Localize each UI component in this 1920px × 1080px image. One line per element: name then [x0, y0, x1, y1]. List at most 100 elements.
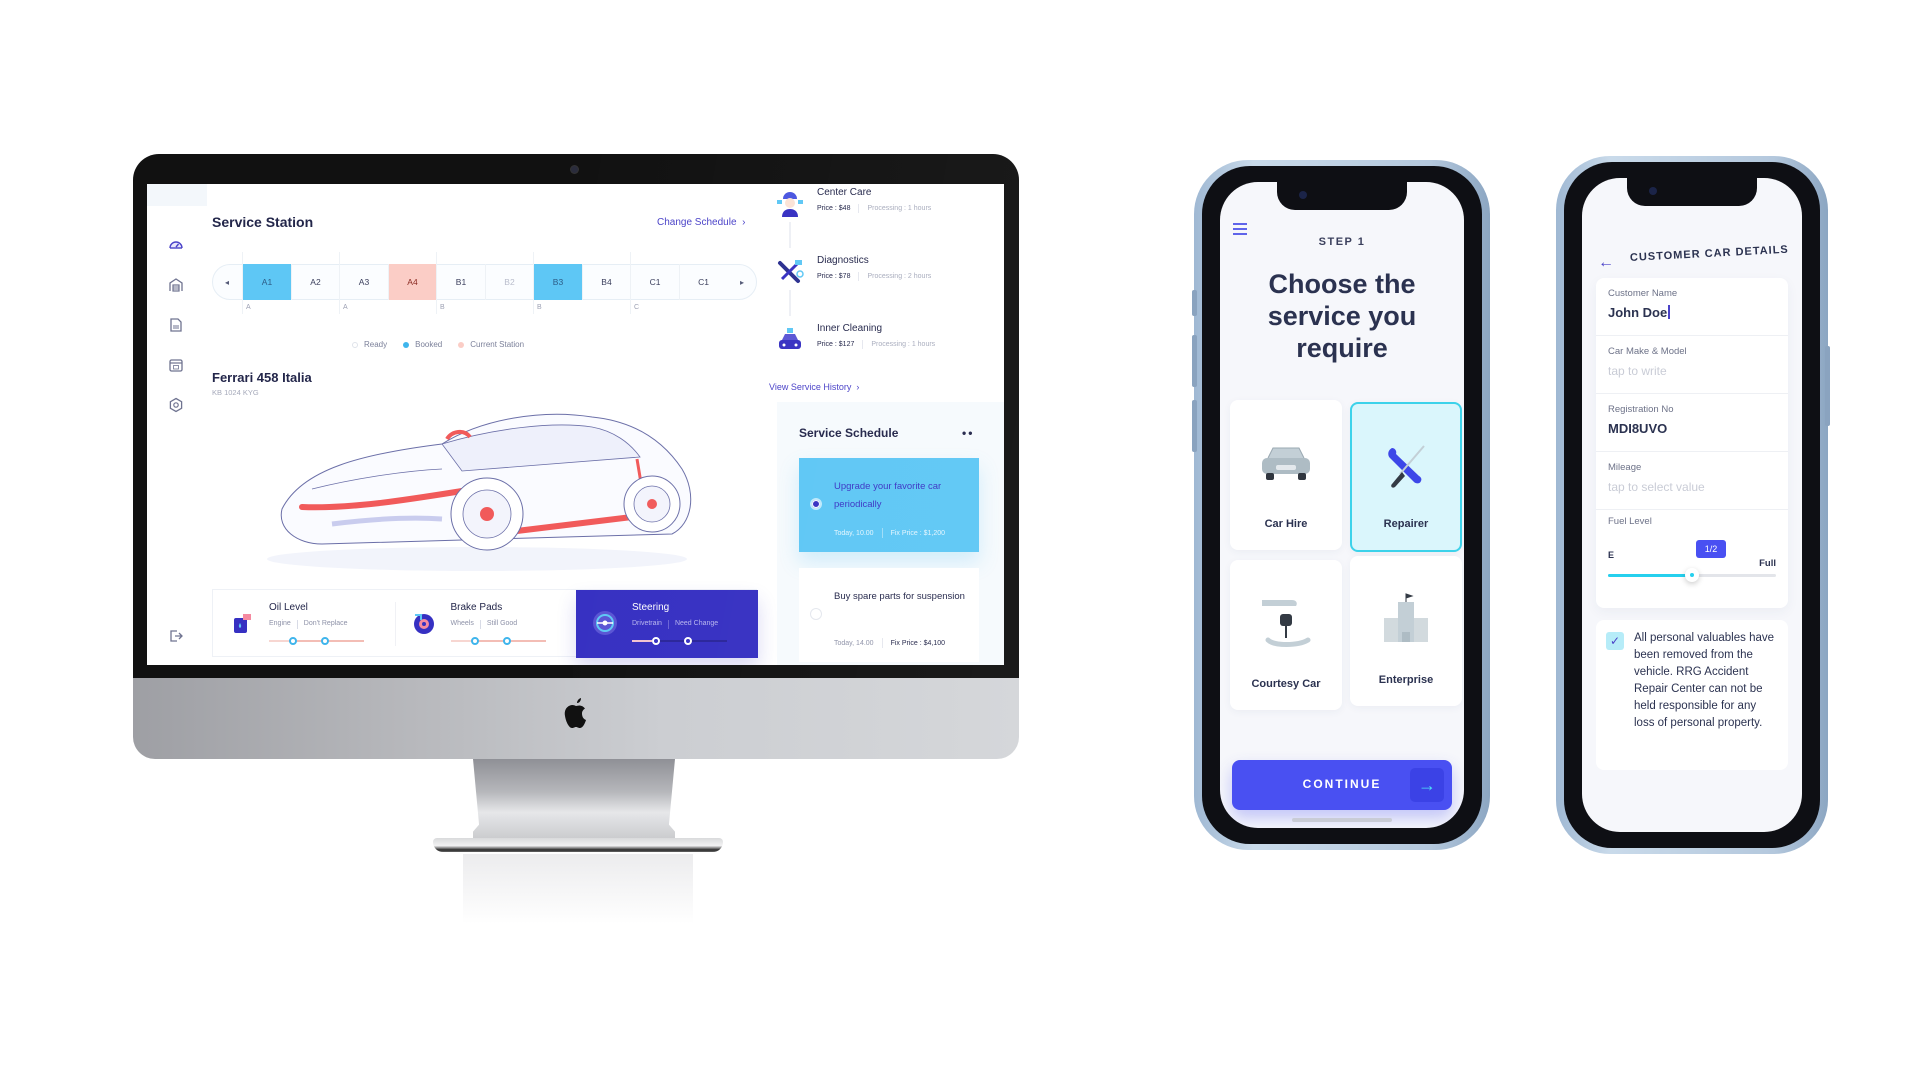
timeline-connector: [789, 290, 791, 316]
form-field[interactable]: Mileage tap to select value: [1596, 452, 1788, 510]
service-option-repairer[interactable]: Repairer: [1350, 402, 1462, 552]
field-value-text: John Doe: [1608, 305, 1668, 320]
station-slot[interactable]: B1: [436, 264, 485, 300]
status-slider-knob[interactable]: [321, 637, 329, 645]
back-arrow-icon[interactable]: ←: [1598, 254, 1614, 272]
form-field[interactable]: Car Make & Model tap to write: [1596, 336, 1788, 394]
station-slot[interactable]: A2: [290, 264, 340, 300]
sidebar-item-garage[interactable]: [167, 276, 185, 294]
change-schedule-link[interactable]: Change Schedule ›: [657, 217, 745, 228]
service-item[interactable]: Inner Cleaning Price : $127 Processing : 1…: [769, 323, 999, 367]
divider: [881, 638, 883, 648]
field-placeholder[interactable]: tap to select value: [1608, 480, 1705, 494]
phone-volume-down: [1192, 400, 1197, 452]
fuel-slider-thumb[interactable]: [1685, 568, 1699, 582]
document-icon: [170, 318, 182, 332]
car-illustration: [267, 413, 692, 571]
legend-label: Booked: [415, 340, 443, 349]
continue-button[interactable]: CONTINUE →: [1232, 760, 1452, 810]
schedule-radio[interactable]: [810, 608, 822, 620]
form-field[interactable]: Customer Name John Doe: [1596, 278, 1788, 336]
status-meta: Engine Don't Replace: [269, 620, 348, 629]
status-slider-knob[interactable]: [502, 637, 511, 645]
view-history-label: View Service History: [769, 382, 852, 392]
sidebar-item-dashboard[interactable]: [167, 236, 185, 254]
phone-screen: STEP 1 Choose the service you require Ca…: [1220, 182, 1464, 828]
field-value[interactable]: MDI8UVO: [1608, 421, 1667, 436]
phone-bezel: ← CUSTOMER CAR DETAILS Mileage tap to sel…: [1564, 162, 1820, 848]
schedule-text: Buy spare parts for suspension: [834, 591, 965, 602]
field-placeholder[interactable]: tap to write: [1608, 364, 1667, 378]
sidebar-item-calendar[interactable]: [167, 356, 185, 374]
status-card[interactable]: Steering Drivetrain Need Change: [576, 590, 758, 658]
status-slider-knob[interactable]: [684, 637, 692, 645]
status-slider-fill: [450, 640, 471, 642]
field-value[interactable]: John Doe: [1608, 305, 1671, 320]
station-slot[interactable]: A4: [387, 264, 437, 300]
divider: [667, 620, 669, 629]
status-card[interactable]: Oil Level Engine Don't Replace: [213, 590, 395, 658]
more-options-button[interactable]: ••: [962, 426, 974, 440]
status-category: Drivetrain: [632, 620, 662, 627]
legend-item: Booked: [403, 340, 442, 349]
service-item[interactable]: Center Care Price : $48 Processing : 1 hou…: [769, 187, 999, 231]
service-meta: Price : $48 Processing : 1 hours: [817, 204, 931, 213]
slot-legend: Ready Booked Current Station: [352, 340, 524, 349]
status-slider-knob[interactable]: [289, 637, 297, 645]
consent-checkbox[interactable]: ✓: [1606, 632, 1624, 650]
status-slider-knob[interactable]: [652, 637, 660, 645]
service-name: Inner Cleaning: [817, 323, 883, 334]
status-slider[interactable]: [269, 637, 364, 645]
phone-screen: ← CUSTOMER CAR DETAILS Mileage tap to sel…: [1582, 178, 1802, 832]
form-field[interactable]: Registration No MDI8UVO: [1596, 394, 1788, 452]
fuel-empty-label: E: [1608, 550, 1615, 560]
status-card[interactable]: Brake Pads Wheels Still Good: [395, 590, 577, 658]
station-slot[interactable]: B3: [533, 264, 582, 300]
phone-bezel: STEP 1 Choose the service you require Ca…: [1202, 166, 1482, 844]
fuel-level-slider[interactable]: [1608, 568, 1776, 582]
view-service-history-link[interactable]: View Service History ›: [769, 382, 859, 392]
speedometer-icon: [169, 241, 183, 249]
sidebar-item-settings[interactable]: [167, 396, 185, 414]
slot-group-divider: [242, 252, 243, 314]
service-option-courtesy-car[interactable]: Courtesy Car: [1230, 560, 1342, 710]
stand-reflection: [463, 854, 693, 924]
schedule-item[interactable]: Buy spare parts for suspension Today, 14.…: [799, 568, 979, 662]
service-option-car-hire[interactable]: Car Hire: [1230, 400, 1342, 550]
sidebar-item-documents[interactable]: [167, 316, 185, 334]
logout-button[interactable]: [167, 627, 185, 645]
fuel-full-label: Full: [1759, 558, 1776, 569]
slot-group-label: B: [440, 304, 445, 311]
service-headline: Choose the service you require: [1267, 269, 1417, 363]
station-slot[interactable]: B2: [484, 264, 534, 300]
hamburger-menu-icon[interactable]: [1232, 222, 1248, 236]
status-slider[interactable]: [632, 637, 727, 645]
schedule-radio[interactable]: [810, 498, 822, 510]
schedule-item[interactable]: Upgrade your favorite car periodically To…: [799, 458, 979, 552]
station-slot[interactable]: B4: [581, 264, 631, 300]
slot-prev-button[interactable]: ◂: [212, 264, 242, 300]
monitor-stand: [473, 759, 675, 841]
arrow-right-icon: →: [1410, 768, 1444, 802]
station-slot[interactable]: A1: [242, 264, 291, 300]
service-option-enterprise[interactable]: Enterprise: [1350, 556, 1462, 706]
station-slot[interactable]: A3: [339, 264, 388, 300]
status-slider-knob[interactable]: [470, 637, 479, 645]
station-slot[interactable]: C1: [678, 264, 728, 300]
vehicle-name: Ferrari 458 Italia: [212, 370, 312, 385]
station-slot[interactable]: C1: [630, 264, 679, 300]
component-status-row: Oil Level Engine Don't Replace Brake Pads Wh…: [212, 589, 758, 658]
slot-next-button[interactable]: ▸: [727, 264, 757, 300]
car-key-handover-icon: [1262, 600, 1311, 647]
phone-customer-details: ← CUSTOMER CAR DETAILS Mileage tap to sel…: [1556, 156, 1830, 854]
status-slider[interactable]: [450, 637, 546, 645]
field-label: Mileage: [1608, 462, 1642, 473]
fuel-slider-fill: [1608, 574, 1692, 577]
option-label: Enterprise: [1378, 674, 1434, 686]
service-item[interactable]: Diagnostics Price : $78 Processing : 2 hou…: [769, 255, 999, 299]
card-divider: [394, 602, 396, 646]
gear-icon: [169, 397, 183, 413]
chevron-right-icon: ›: [742, 217, 746, 228]
slot-group-label: B: [537, 304, 542, 311]
service-list: Center Care Price : $48 Processing : 1 hou…: [769, 184, 1004, 369]
